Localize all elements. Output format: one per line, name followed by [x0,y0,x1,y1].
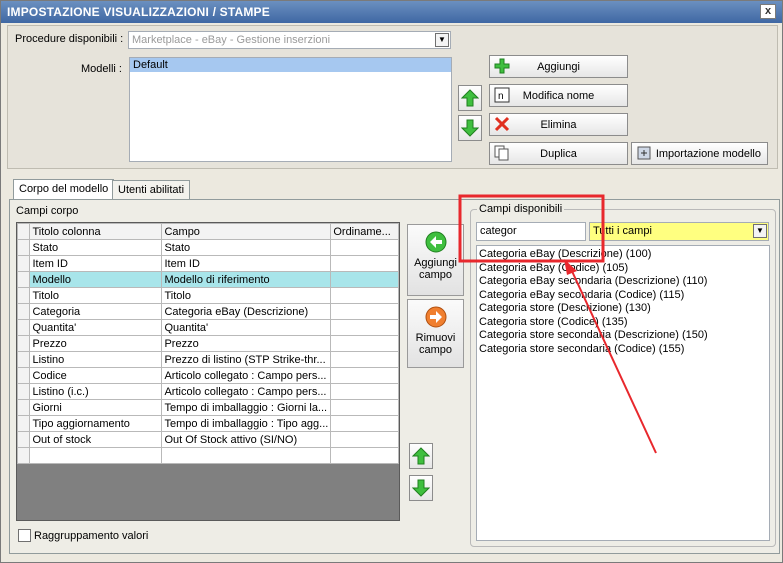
annotation-arrow-line [570,268,657,454]
settings-window: IMPOSTAZIONE VISUALIZZAZIONI / STAMPE x … [0,0,783,563]
annotation-highlight-box [458,194,605,263]
annotation-overlay [458,194,657,454]
